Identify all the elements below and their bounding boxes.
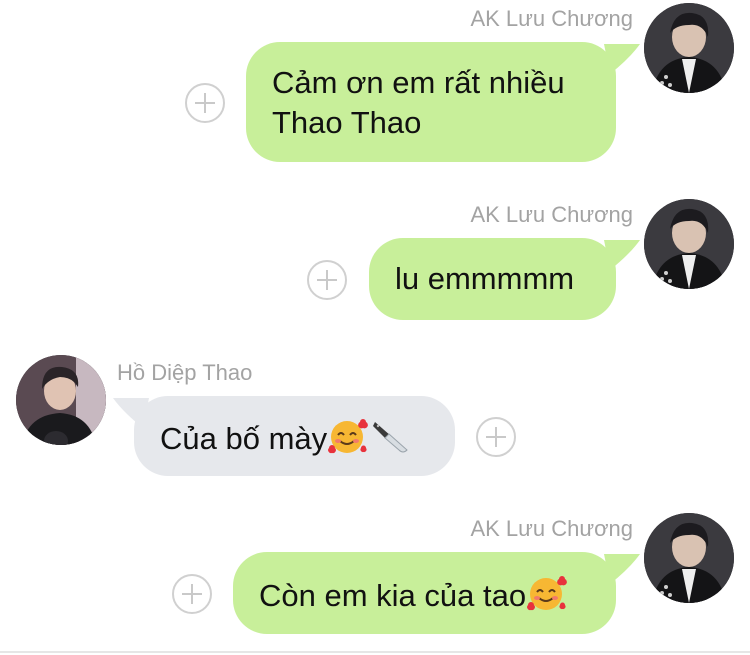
sender-name[interactable]: Hồ Diệp Thao <box>117 360 252 386</box>
kitchen-knife-icon <box>369 416 411 466</box>
message-bubble[interactable]: Của bố mày <box>134 396 455 476</box>
sender-name[interactable]: AK Lưu Chương <box>470 6 633 32</box>
message-bubble[interactable]: Còn em kia của tao <box>233 552 616 634</box>
add-reaction-plus-icon[interactable] <box>476 417 516 457</box>
add-reaction-plus-icon[interactable] <box>172 574 212 614</box>
message-text: Của bố mày <box>160 421 328 457</box>
smiling-face-with-hearts-icon <box>526 573 568 623</box>
message-text-line: Còn em kia của tao <box>259 573 616 623</box>
divider <box>0 651 750 653</box>
avatar-photo <box>16 355 106 445</box>
message-text-line: lu emmmmm <box>395 261 575 296</box>
avatar[interactable] <box>16 355 106 445</box>
message-text-line: Cảm ơn em rất nhiều <box>272 65 565 100</box>
avatar-photo <box>644 513 734 603</box>
avatar[interactable] <box>644 513 734 603</box>
message-bubble[interactable]: lu emmmmm <box>369 238 616 320</box>
message-text: Còn em kia của tao <box>259 578 527 614</box>
avatar-photo <box>644 199 734 289</box>
message-bubble[interactable]: Cảm ơn em rất nhiều Thao Thao <box>246 42 616 162</box>
message-text-line: Thao Thao <box>272 105 422 140</box>
add-reaction-plus-icon[interactable] <box>307 260 347 300</box>
add-reaction-plus-icon[interactable] <box>185 83 225 123</box>
sender-name[interactable]: AK Lưu Chương <box>470 202 633 228</box>
sender-name[interactable]: AK Lưu Chương <box>470 516 633 542</box>
smiling-face-with-hearts-icon <box>327 416 369 466</box>
avatar[interactable] <box>644 3 734 93</box>
avatar-photo <box>644 3 734 93</box>
message-text-line: Của bố mày <box>160 416 455 466</box>
avatar[interactable] <box>644 199 734 289</box>
